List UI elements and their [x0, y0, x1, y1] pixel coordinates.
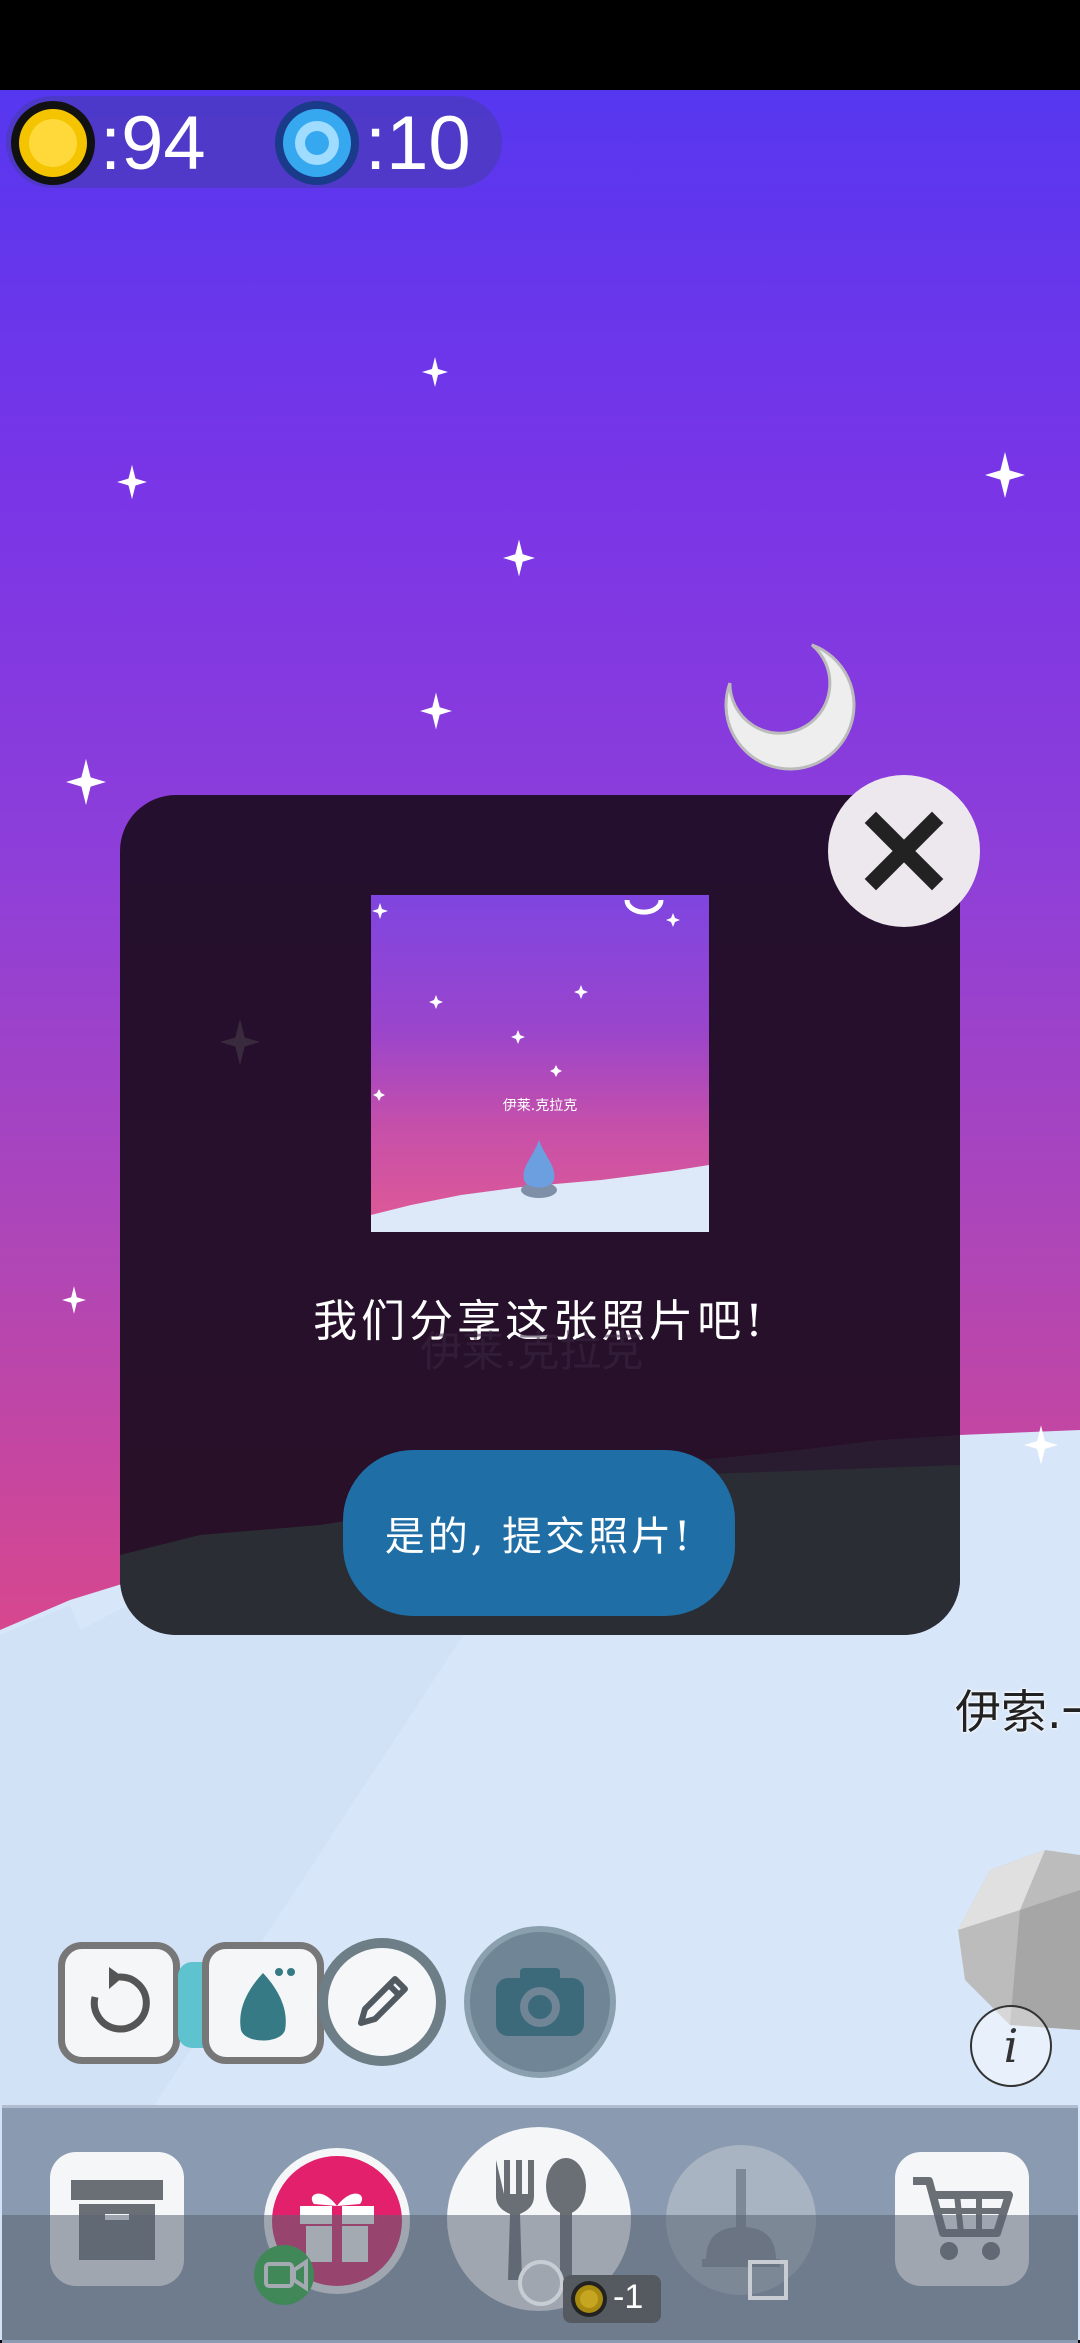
gold-coin-icon	[571, 2281, 607, 2317]
close-icon	[864, 811, 944, 891]
penguin-icon	[240, 1968, 295, 2041]
star-icon	[503, 539, 535, 577]
other-player-name: 伊索.一	[955, 1685, 1080, 1739]
recents-icon[interactable]	[746, 2258, 790, 2302]
photo-preview: 伊莱.克拉克	[371, 895, 709, 1232]
feed-cost: -1	[613, 2278, 644, 2316]
gold-count: :94	[100, 101, 206, 186]
feed-cost-badge: -1	[563, 2275, 661, 2323]
camera-icon	[496, 1968, 584, 2036]
star-icon	[422, 357, 448, 387]
info-button[interactable]: i	[970, 2005, 1052, 2087]
rotate-button[interactable]	[58, 1942, 180, 2064]
camera-button[interactable]	[464, 1926, 616, 2078]
submit-photo-button[interactable]: 是的, 提交照片!	[343, 1450, 735, 1616]
star-icon	[985, 451, 1025, 499]
star-icon	[62, 1286, 86, 1314]
home-icon[interactable]	[516, 2258, 566, 2308]
star-icon	[1024, 1425, 1058, 1465]
close-button[interactable]	[828, 775, 980, 927]
rotate-icon	[90, 1967, 150, 2033]
gem-count: :10	[365, 101, 471, 186]
gold-coin-icon	[11, 101, 95, 185]
penguin-button[interactable]	[202, 1942, 324, 2064]
edit-button[interactable]	[318, 1938, 446, 2066]
star-icon	[117, 464, 147, 500]
star-icon	[420, 692, 452, 730]
gem-icon	[275, 101, 359, 185]
pencil-icon	[358, 1976, 408, 2026]
moon-icon	[724, 643, 856, 771]
photo-player-name: 伊莱.克拉克	[502, 1098, 578, 1114]
player-name-behind: 伊莱.克拉克	[420, 1327, 644, 1376]
star-icon	[66, 758, 106, 806]
dim-star-icon	[220, 1018, 260, 1066]
